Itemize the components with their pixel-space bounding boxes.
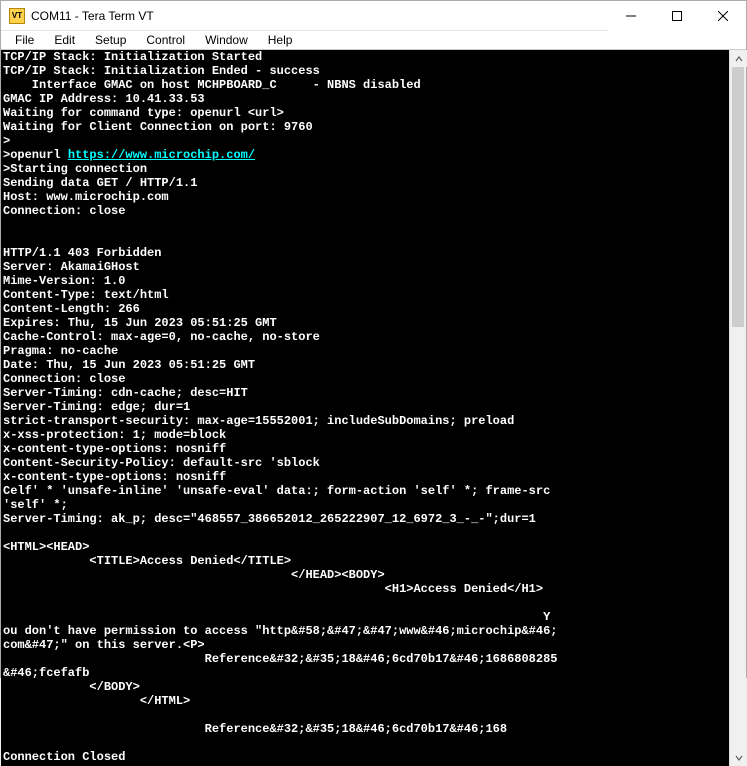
terminal-area: TCP/IP Stack: Initialization Started TCP…	[1, 50, 746, 766]
chevron-down-icon	[735, 754, 743, 762]
maximize-button[interactable]	[654, 1, 700, 31]
close-button[interactable]	[700, 1, 746, 31]
scroll-down-button[interactable]	[730, 749, 747, 766]
vertical-scrollbar[interactable]	[729, 50, 746, 766]
terminal-text-2: >Starting connection Sending data GET / …	[3, 162, 558, 764]
minimize-icon	[626, 11, 636, 21]
menu-setup[interactable]: Setup	[85, 31, 136, 49]
app-icon: VT	[9, 8, 25, 24]
terminal-output[interactable]: TCP/IP Stack: Initialization Started TCP…	[1, 50, 729, 766]
scroll-up-button[interactable]	[730, 50, 747, 67]
menu-file[interactable]: File	[5, 31, 44, 49]
menu-control[interactable]: Control	[136, 31, 195, 49]
menu-window[interactable]: Window	[195, 31, 258, 49]
minimize-button[interactable]	[608, 1, 654, 31]
scrollbar-thumb[interactable]	[732, 67, 744, 327]
menu-help[interactable]: Help	[258, 31, 303, 49]
menu-edit[interactable]: Edit	[44, 31, 85, 49]
menu-bar: File Edit Setup Control Window Help	[1, 31, 746, 50]
close-icon	[718, 11, 728, 21]
terminal-text-1: TCP/IP Stack: Initialization Started TCP…	[3, 50, 421, 162]
title-bar: VT COM11 - Tera Term VT	[1, 1, 746, 31]
window-controls	[608, 1, 746, 30]
terminal-link[interactable]: https://www.microchip.com/	[68, 148, 255, 162]
window-title: COM11 - Tera Term VT	[31, 9, 608, 23]
chevron-up-icon	[735, 55, 743, 63]
maximize-icon	[672, 11, 682, 21]
